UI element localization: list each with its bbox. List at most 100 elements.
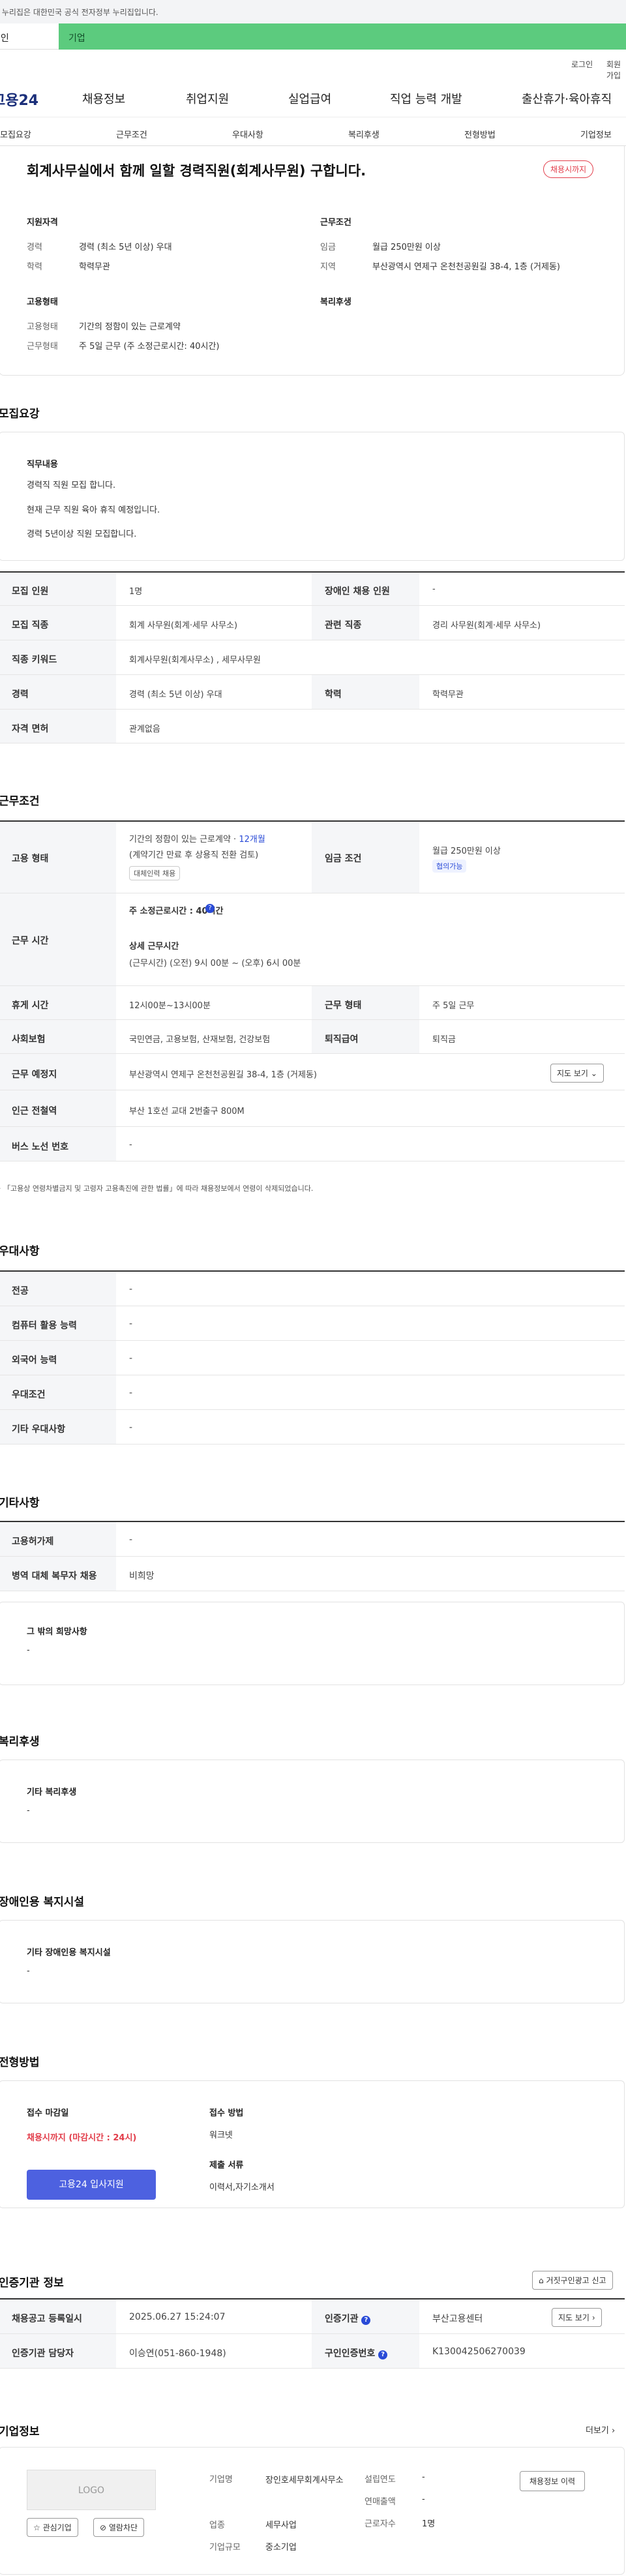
- row-value: 12시00분~13시00분: [129, 1001, 211, 1011]
- row-value: 학력무관: [432, 690, 464, 700]
- facility-box-value: -: [27, 1966, 30, 1976]
- row-value: -: [129, 1535, 133, 1545]
- table-row: 병역 대체 복무자 채용 비희망: [0, 1557, 625, 1591]
- table-row: 인근 전철역 부산 1호선 교대 2번출구 800M: [0, 1090, 625, 1127]
- etc-table: 고용허가제 - 병역 대체 복무자 채용 비희망: [0, 1521, 625, 1591]
- info-icon[interactable]: ?: [361, 2316, 371, 2325]
- duty-line-3: 경력 5년이상 직원 모집합니다.: [27, 530, 137, 539]
- industry-label: 업종: [209, 2521, 225, 2530]
- table-row: 우대조건 -: [0, 1375, 625, 1410]
- wage-cell: 월급 250만원 이상 협의가능: [419, 822, 625, 893]
- row-value: 2025.06.27 15:24:07: [129, 2312, 226, 2322]
- pref-table: 전공 - 컴퓨터 활용 능력 - 외국어 능력 - 우대조건 - 기타 우대사항 -: [0, 1270, 625, 1445]
- table-row: 외국어 능력 -: [0, 1341, 625, 1375]
- snb-item-work[interactable]: 근무조건: [116, 128, 147, 140]
- job-history-button[interactable]: 채용정보 이력: [520, 2471, 586, 2491]
- row-header: 컴퓨터 활용 능력: [0, 1306, 116, 1340]
- section-nav: 모집요강 근무조건 우대사항 복리후생 전형방법 기업정보: [0, 117, 626, 146]
- hours-detail: (근무시간) (오전) 9시 00분 ~ (오후) 6시 00분: [129, 959, 301, 968]
- login-link[interactable]: 로그인: [571, 59, 593, 70]
- info-icon[interactable]: ?: [378, 2350, 388, 2359]
- table-row: 채용공고 등록일시 2025.06.27 15:24:07 인증기관 ? 부산고…: [0, 2299, 625, 2334]
- emp-heading: 고용형태: [27, 297, 58, 307]
- welfare-section-title: 복리후생: [0, 1735, 40, 1748]
- favorite-company-button[interactable]: ☆ 관심기업: [27, 2518, 78, 2537]
- deadline-badge: 채용시까지: [543, 160, 594, 178]
- duty-line-1: 경력직 직원 모집 합니다.: [27, 481, 116, 490]
- row-header: 인증기관 담당자: [0, 2334, 116, 2368]
- cert-section-title: 인증기관 정보: [0, 2277, 64, 2290]
- chevron-right-icon: ›: [591, 2313, 595, 2322]
- facility-box: 기타 장애인용 복지시설 -: [0, 1920, 625, 2003]
- snb-item-recruit[interactable]: 모집요강: [0, 128, 31, 140]
- employees-label: 근로자수: [365, 2519, 396, 2529]
- size-value: 중소기업: [265, 2543, 297, 2553]
- deadline-label: 접수 마감일: [27, 2108, 69, 2118]
- company-logo: LOGO: [27, 2470, 156, 2510]
- emp-type-note: (계약기간 만료 후 상용직 전환 검토): [129, 850, 259, 860]
- tab-person[interactable]: 개인: [0, 23, 59, 50]
- row-value: K130042506270039: [432, 2346, 526, 2357]
- row-header: 근무 형태: [312, 986, 419, 1019]
- size-label: 기업규모: [209, 2543, 241, 2553]
- gnb-item-employment-support[interactable]: 취업지원: [186, 90, 229, 107]
- gnb-item-unemployment-benefit[interactable]: 실업급여: [288, 90, 331, 107]
- block-view-button[interactable]: ⊘ 열람차단: [93, 2518, 145, 2537]
- row-header: 퇴직급여: [312, 1020, 419, 1053]
- row-header: 경력: [0, 675, 116, 709]
- row-header: 학력: [312, 675, 419, 709]
- snb-item-welfare[interactable]: 복리후생: [348, 128, 380, 140]
- gnb-item-training[interactable]: 직업 능력 개발: [390, 90, 462, 107]
- emp-type-cell: 기간의 정함이 있는 근로계약 · 12개월 (계약기간 만료 후 상용직 전환…: [116, 822, 312, 893]
- table-row: 근무 예정지 부산광역시 연제구 온천천공원길 38-4, 1층 (거제동) 지…: [0, 1054, 625, 1090]
- snb-item-screening[interactable]: 전형방법: [464, 128, 496, 140]
- row-value: -: [129, 1284, 133, 1295]
- row-header: 전공: [0, 1272, 116, 1306]
- map-view-button[interactable]: 지도 보기 ⌄: [550, 1064, 604, 1083]
- row-value: 경력 (최소 5년 이상) 우대: [129, 690, 222, 700]
- replacement-tag: 대체인력 채용: [129, 866, 181, 880]
- row-value: -: [129, 1319, 133, 1329]
- employees-value: 1명: [422, 2519, 436, 2529]
- table-row: 인증기관 담당자 이승연(051-860-1948) 구인인증번호 ? K130…: [0, 2334, 625, 2369]
- gov-notice-bar: 이 누리집은 대한민국 공식 전자정부 누리집입니다.: [0, 0, 626, 23]
- utility-links: 로그인 회원가입: [0, 50, 626, 80]
- apply-button[interactable]: 고용24 입사지원: [27, 2170, 156, 2200]
- row-value: 경리 사무원(회계·세무 사무소): [432, 621, 541, 631]
- gnb-item-parental-leave[interactable]: 출산휴가·육아휴직: [522, 90, 612, 107]
- docs-label: 제출 서류: [209, 2161, 244, 2170]
- snb-item-company[interactable]: 기업정보: [580, 128, 612, 140]
- facility-box-title: 기타 장애인용 복지시설: [27, 1948, 111, 1958]
- user-type-tabs: 개인 기업: [0, 23, 626, 50]
- table-row: 버스 노선 번호 -: [0, 1127, 625, 1161]
- info-icon[interactable]: ?: [205, 904, 215, 913]
- cert-map-button[interactable]: 지도 보기 ›: [552, 2308, 602, 2327]
- row-value: 국민연금, 고용보험, 산재보험, 건강보험: [129, 1035, 271, 1045]
- site-logo[interactable]: 고용24: [0, 89, 38, 110]
- emp-type-value: 기간의 정함이 있는 근로계약: [79, 322, 181, 332]
- gov-notice-text: 이 누리집은 대한민국 공식 전자정부 누리집입니다.: [0, 8, 158, 17]
- method-value: 워크넷: [209, 2131, 233, 2140]
- row-value: -: [432, 584, 436, 594]
- table-row: 고용허가제 -: [0, 1522, 625, 1557]
- chevron-down-icon: ⌄: [590, 1069, 597, 1078]
- hours-cell: 주 소정근로시간 : 40시간 ? 상세 근무시간 (근무시간) (오전) 9시…: [116, 893, 625, 985]
- false-ad-report-button[interactable]: ⌂ 거짓구인광고 신고: [532, 2271, 613, 2290]
- table-row: 컴퓨터 활용 능력 -: [0, 1306, 625, 1341]
- industry-value: 세무사업: [265, 2521, 297, 2530]
- row-value: 부산고용센터: [432, 2314, 483, 2324]
- recruit-table: 모집 인원 1명 장애인 채용 인원 - 모집 직종 회계 사무원(회계·세무 …: [0, 571, 625, 743]
- row-header: 모집 직종: [0, 606, 116, 640]
- wage-value: 월급 250만원 이상: [372, 243, 441, 252]
- company-more-link[interactable]: 더보기 ›: [586, 2423, 615, 2436]
- edu-value: 학력무관: [79, 262, 110, 272]
- table-row: 직종 키워드 회계사무원(회계사무소) , 세무사무원: [0, 640, 625, 675]
- facility-section-title: 장애인용 복지시설: [0, 1896, 85, 1909]
- row-header: 버스 노선 번호: [0, 1127, 116, 1161]
- tab-corp[interactable]: 기업: [59, 23, 626, 50]
- snb-item-pref[interactable]: 우대사항: [232, 128, 263, 140]
- gnb-item-jobs[interactable]: 채용정보: [82, 90, 125, 107]
- row-header: 휴게 시간: [0, 986, 116, 1019]
- row-value: -: [129, 1388, 133, 1398]
- row-value: -: [129, 1353, 133, 1364]
